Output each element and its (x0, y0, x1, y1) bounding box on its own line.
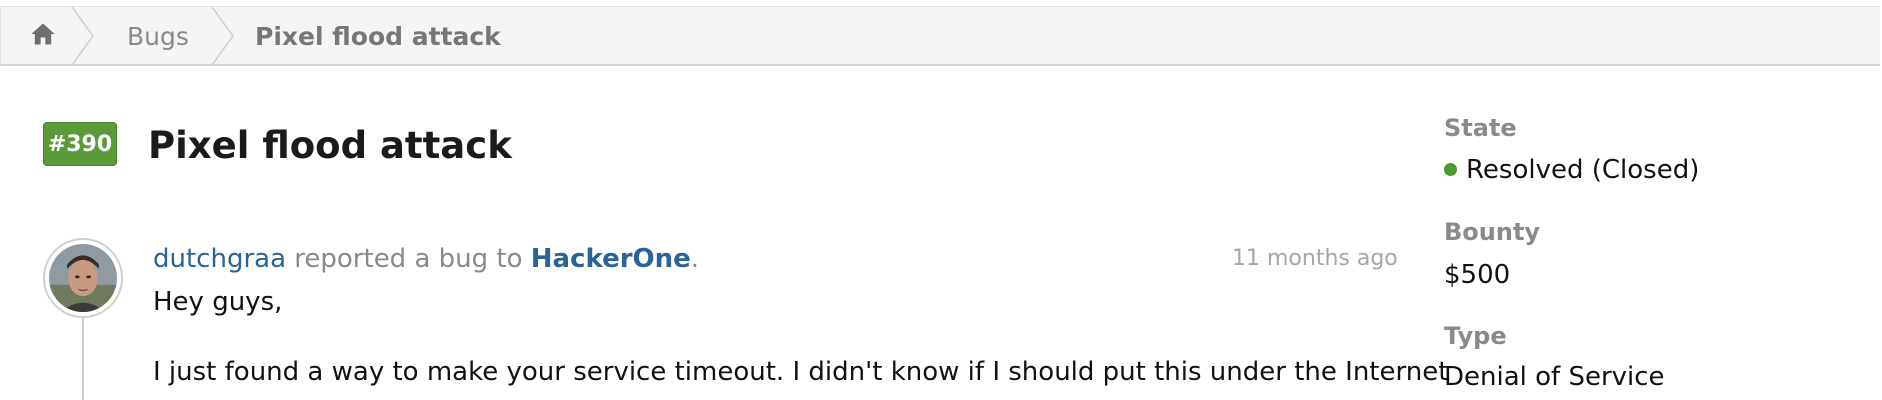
state-label: State (1444, 114, 1517, 142)
type-label: Type (1444, 322, 1507, 350)
bounty-label: Bounty (1444, 218, 1541, 246)
report-body-text: I just found a way to make your service … (153, 357, 1449, 387)
timeline-line (82, 318, 84, 400)
breadcrumb: Bugs Pixel flood attack (0, 6, 1880, 66)
report-greeting: Hey guys, (153, 287, 283, 317)
report-activity-line: dutchgraa reported a bug to HackerOne. (153, 242, 699, 276)
breadcrumb-current: Pixel flood attack (221, 7, 501, 65)
page: Bugs Pixel flood attack #390 Pixel flood… (0, 0, 1882, 400)
home-icon (29, 20, 57, 52)
report-id-badge: #390 (43, 122, 117, 166)
type-value: Denial of Service (1444, 362, 1665, 392)
timestamp[interactable]: 11 months ago (1232, 246, 1398, 271)
page-title: Pixel flood attack (148, 124, 512, 167)
breadcrumb-current-label: Pixel flood attack (255, 21, 501, 51)
breadcrumb-bugs[interactable]: Bugs (85, 7, 189, 65)
activity-period: . (690, 244, 700, 274)
bounty-value: $500 (1444, 260, 1511, 290)
reporter-link[interactable]: dutchgraa (153, 244, 286, 274)
state-value-text: Resolved (Closed) (1466, 155, 1700, 185)
program-link[interactable]: HackerOne (531, 244, 691, 274)
activity-text: reported a bug to (294, 244, 523, 274)
state-value: Resolved (Closed) (1444, 155, 1699, 185)
avatar-image (49, 244, 117, 312)
state-status-icon (1444, 163, 1457, 176)
breadcrumb-bugs-label: Bugs (127, 21, 189, 51)
avatar[interactable] (43, 238, 123, 318)
